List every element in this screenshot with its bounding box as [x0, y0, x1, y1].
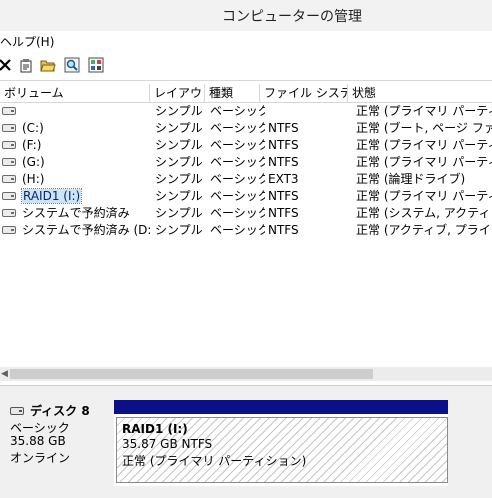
open-folder-icon[interactable]	[40, 57, 56, 73]
status-cell: 正常 (システム, アクティブ, プ	[356, 205, 492, 222]
drive-icon	[2, 192, 16, 200]
volume-name: (H:)	[22, 172, 44, 186]
volume-cell[interactable]: システムで予約済み (D:)	[0, 222, 150, 239]
properties-icon[interactable]	[18, 57, 34, 73]
partition-status: 正常 (プライマリ パーティション)	[122, 452, 306, 469]
layout-cell: シンプル	[155, 188, 205, 205]
column-header-filesystem[interactable]: ファイル システム	[260, 84, 348, 102]
table-row[interactable]: シンプルベーシック 正常 (プライマリ パーティション)	[0, 103, 492, 120]
table-row[interactable]: システムで予約済み シンプルベーシックNTFS 正常 (システム, アクティブ, プ	[0, 205, 492, 222]
partition-block[interactable]: RAID1 (I:) 35.87 GB NTFS 正常 (プライマリ パーティシ…	[114, 400, 448, 486]
disk-view-icon[interactable]	[88, 57, 104, 73]
status-cell: 正常 (論理ドライブ)	[356, 171, 492, 188]
volume-cell[interactable]: (H:)	[0, 171, 150, 188]
drive-icon	[2, 175, 16, 183]
disk-title: ディスク 8	[10, 402, 90, 419]
type-cell: ベーシック	[210, 137, 265, 154]
scroll-left-icon[interactable]: ◀	[1, 369, 8, 379]
status-cell: 正常 (プライマリ パーティション)	[356, 137, 492, 154]
partition-label: RAID1 (I:)	[122, 422, 188, 436]
layout-cell: シンプル	[155, 171, 205, 188]
drive-icon	[2, 226, 16, 234]
toolbar	[0, 52, 492, 81]
drive-icon	[2, 124, 16, 132]
drive-icon	[2, 158, 16, 166]
volume-cell[interactable]: (F:)	[0, 137, 150, 154]
volume-list: ボリューム レイアウト 種類 ファイル システム 状態 シンプルベーシック正常 …	[0, 84, 492, 382]
column-header-layout[interactable]: レイアウト	[150, 84, 205, 102]
window-title: コンピューターの管理	[222, 6, 362, 26]
partition-header-bar	[114, 400, 448, 414]
status-cell: 正常 (アクティブ, プライマリ パ	[356, 222, 492, 239]
disk-icon	[10, 407, 24, 415]
layout-cell: シンプル	[155, 120, 205, 137]
filesystem-cell: NTFS	[268, 120, 348, 137]
volume-cell[interactable]: (G:)	[0, 154, 150, 171]
volume-name: (F:)	[22, 138, 41, 152]
layout-cell: シンプル	[155, 137, 205, 154]
filesystem-cell: NTFS	[268, 222, 348, 239]
volume-cell[interactable]: (C:)	[0, 120, 150, 137]
volume-name: (G:)	[22, 155, 45, 169]
column-header-volume[interactable]: ボリューム	[0, 84, 150, 102]
type-cell: ベーシック	[210, 171, 265, 188]
scrollbar-thumb[interactable]	[10, 369, 373, 379]
layout-cell: シンプル	[155, 103, 205, 120]
status-cell: 正常 (プライマリ パーティション)	[356, 154, 492, 171]
menu-bar: ヘルプ(H)	[0, 31, 492, 52]
type-cell: ベーシック	[210, 222, 265, 239]
table-row[interactable]: (H:) シンプル ベーシック EXT3 正常 (論理ドライブ)	[0, 171, 492, 188]
layout-cell: シンプル	[155, 222, 205, 239]
status-cell: 正常 (プライマリ パーティション)	[356, 103, 492, 120]
filesystem-cell: EXT3	[268, 171, 348, 188]
column-header-status[interactable]: 状態	[348, 84, 492, 102]
table-row[interactable]: (C:) シンプルベーシックNTFS 正常 (ブート, ページ ファイル	[0, 120, 492, 137]
type-cell: ベーシック	[210, 103, 265, 120]
menu-help[interactable]: ヘルプ(H)	[0, 33, 54, 50]
partition-body[interactable]: RAID1 (I:) 35.87 GB NTFS 正常 (プライマリ パーティシ…	[116, 417, 448, 483]
volume-name: (C:)	[22, 121, 44, 135]
disk-name: ディスク 8	[30, 404, 90, 418]
drive-icon	[2, 141, 16, 149]
partition-size-fs: 35.87 GB NTFS	[122, 437, 212, 451]
filesystem-cell: NTFS	[268, 137, 348, 154]
volume-name: システムで予約済み	[22, 206, 130, 220]
volume-cell[interactable]	[0, 103, 150, 120]
volume-name: RAID1 (I:)	[22, 189, 81, 203]
title-bar: コンピューターの管理	[0, 0, 492, 31]
disk-state: オンライン	[10, 449, 70, 466]
status-cell: 正常 (プライマリ パーティション)	[356, 188, 492, 205]
type-cell: ベーシック	[210, 188, 265, 205]
status-cell: 正常 (ブート, ページ ファイル	[356, 120, 492, 137]
layout-cell: シンプル	[155, 205, 205, 222]
filesystem-cell: NTFS	[268, 154, 348, 171]
column-header-type[interactable]: 種類	[205, 84, 260, 102]
disk-size: 35.88 GB	[10, 434, 66, 448]
delete-icon[interactable]	[0, 57, 13, 73]
table-row[interactable]: RAID1 (I:) シンプルベーシックNTFS 正常 (プライマリ パーティション…	[0, 188, 492, 205]
horizontal-scrollbar[interactable]: ◀	[0, 367, 492, 381]
type-cell: ベーシック	[210, 154, 265, 171]
layout-cell: シンプル	[155, 154, 205, 171]
table-row[interactable]: (G:) シンプルベーシックNTFS 正常 (プライマリ パーティション)	[0, 154, 492, 171]
drive-icon	[2, 209, 16, 217]
volume-cell[interactable]: RAID1 (I:)	[0, 188, 150, 205]
volume-cell[interactable]: システムで予約済み	[0, 205, 150, 222]
volume-name: システムで予約済み (D:)	[22, 223, 150, 237]
type-cell: ベーシック	[210, 120, 265, 137]
filesystem-cell: NTFS	[268, 205, 348, 222]
filesystem-cell	[268, 103, 348, 120]
table-row[interactable]: (F:) シンプルベーシックNTFS 正常 (プライマリ パーティション)	[0, 137, 492, 154]
search-icon[interactable]	[64, 57, 80, 73]
filesystem-cell: NTFS	[268, 188, 348, 205]
table-row[interactable]: システムで予約済み (D:) シンプル ベーシック NTFS 正常 (アクティブ, プラ…	[0, 222, 492, 239]
disk-info-panel[interactable]: ディスク 8 ベーシック 35.88 GB オンライン	[6, 398, 110, 486]
drive-icon	[2, 107, 16, 115]
volume-list-header: ボリューム レイアウト 種類 ファイル システム 状態	[0, 84, 492, 103]
type-cell: ベーシック	[210, 205, 265, 222]
